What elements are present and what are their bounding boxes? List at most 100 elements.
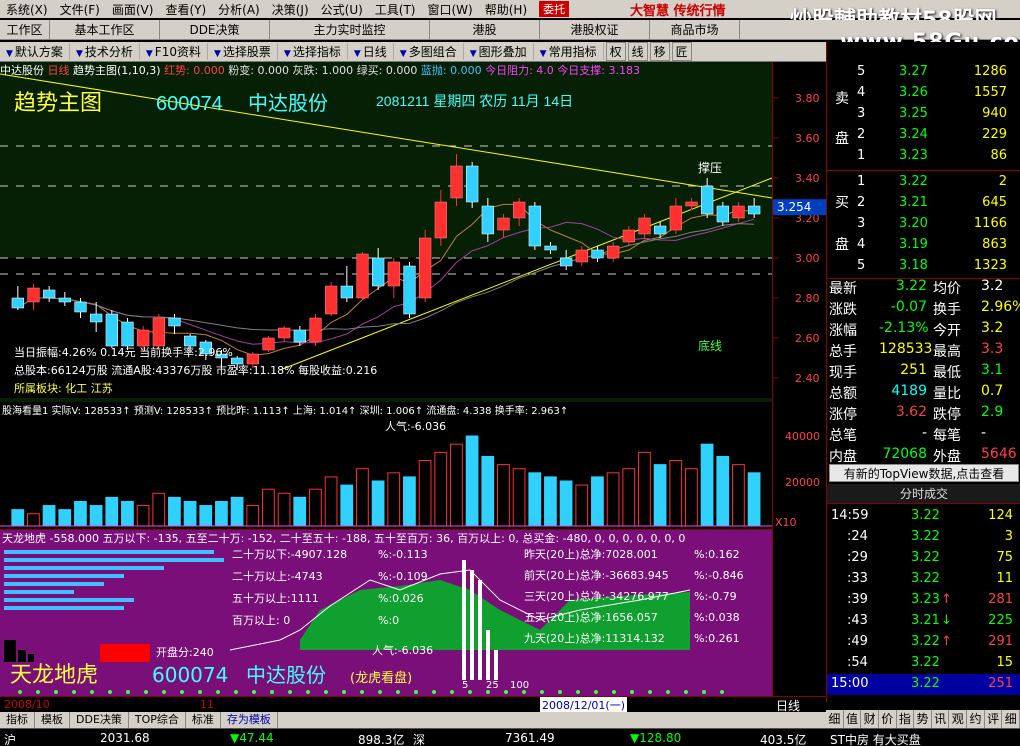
- bid-row[interactable]: 2 3.21 645: [827, 193, 1020, 214]
- toolbar-icon-button[interactable]: 匠: [671, 42, 692, 61]
- toolbar-button[interactable]: ▼ 常用指标: [534, 43, 604, 60]
- nav-tab[interactable]: DDE决策: [70, 712, 129, 728]
- quote-tab[interactable]: 约: [967, 710, 985, 728]
- tick-row[interactable]: :33 3.22 11: [827, 569, 1020, 590]
- menu-item[interactable]: 帮助(H): [479, 1, 533, 18]
- tick-row[interactable]: :29 3.22 75: [827, 548, 1020, 569]
- ask-row[interactable]: 3 3.25 940: [827, 104, 1020, 125]
- nav-tab[interactable]: 指标: [0, 712, 35, 728]
- nav-tab[interactable]: TOP综合: [129, 712, 186, 728]
- order-button[interactable]: 委托: [539, 1, 570, 17]
- toolbar-button[interactable]: ▼ 选择指标: [278, 43, 348, 60]
- volume-info-line: 股海看量1 实际V: 128533↑ 预测V: 128533↑ 预比昨: 1.1…: [2, 404, 568, 417]
- signal-dot: [612, 690, 616, 694]
- menu-item[interactable]: 文件(F): [54, 1, 106, 18]
- date-current: 2008/12/01(一): [540, 697, 627, 713]
- tick-row[interactable]: :54 3.22 15: [827, 653, 1020, 674]
- workspace-tab[interactable]: 港股: [430, 20, 540, 40]
- quote-tab[interactable]: 指: [897, 710, 915, 728]
- toolbar-icon-button[interactable]: 线: [627, 42, 648, 61]
- dropdown-arrow-icon: ▼: [6, 49, 13, 59]
- quote-tab[interactable]: 讯: [932, 710, 950, 728]
- toolbar-icon-button[interactable]: 移: [649, 42, 670, 61]
- menu-item[interactable]: 公式(U): [315, 1, 369, 18]
- ask-row[interactable]: 5 3.27 1286: [827, 62, 1020, 83]
- candle[interactable]: [356, 252, 369, 300]
- tick-row[interactable]: :43 3.21 ↓ 225: [827, 611, 1020, 632]
- candle[interactable]: [528, 202, 541, 250]
- ask-row[interactable]: 2 3.24 229: [827, 125, 1020, 146]
- volume-pane[interactable]: 股海看量1 实际V: 128533↑ 预测V: 128533↑ 预比昨: 1.1…: [0, 402, 772, 530]
- candle[interactable]: [419, 230, 432, 302]
- tianlong-pane[interactable]: 天龙地虎 -558.000 五万以下: -135, 五至二十万: -152, 二…: [0, 530, 772, 696]
- toolbar-button[interactable]: ▼ 图形叠加: [464, 43, 534, 60]
- volume-chart[interactable]: 股海看量1 实际V: 128533↑ 预测V: 128533↑ 预比昨: 1.1…: [0, 402, 772, 530]
- nav-tab[interactable]: 模板: [35, 712, 70, 728]
- ticker-news[interactable]: ST中房 有大买盘: [830, 731, 921, 746]
- flow-bar: [4, 606, 124, 610]
- ask-row[interactable]: 1 3.23 86: [827, 146, 1020, 167]
- volume-bar: [622, 468, 636, 527]
- net-flow: 前天(20上)总净:-36683.945: [524, 568, 669, 582]
- toolbar-button[interactable]: ▼ 默认方案: [0, 43, 70, 60]
- bid-row[interactable]: 5 3.18 1323: [827, 256, 1020, 277]
- tick-row[interactable]: 14:59 3.22 124: [827, 506, 1020, 527]
- toolbar-button[interactable]: ▼ 日线: [348, 43, 394, 60]
- candlestick-chart[interactable]: 趋势主图 600074 中达股份 2081211 星期四 农历 11月 14日撑压底线…: [0, 62, 773, 402]
- quote-tab[interactable]: 观: [949, 710, 968, 728]
- menu-item[interactable]: 决策(J): [266, 1, 315, 18]
- bid-row[interactable]: 4 3.19 863: [827, 235, 1020, 256]
- workspace-tab[interactable]: DDE决策: [160, 20, 270, 40]
- candle[interactable]: [152, 314, 165, 350]
- signal-dot: [216, 690, 220, 694]
- menu-item[interactable]: 工具(T): [369, 1, 422, 18]
- nav-tab[interactable]: 存为模板: [221, 712, 278, 728]
- tianlong-chart[interactable]: 天龙地虎 -558.000 五万以下: -135, 五至二十万: -152, 二…: [0, 530, 772, 696]
- flow-bar: [4, 582, 104, 586]
- tick-row[interactable]: :24 3.22 3: [827, 527, 1020, 548]
- workspace-tab[interactable]: 港股权证: [540, 20, 650, 40]
- menu-item[interactable]: 分析(A): [212, 1, 266, 18]
- workspace-tab[interactable]: 主力实时监控: [270, 20, 430, 40]
- ask-row[interactable]: 4 3.26 1557: [827, 83, 1020, 104]
- bid-row[interactable]: 1 3.22 2: [827, 172, 1020, 193]
- candle[interactable]: [325, 282, 338, 316]
- workspace-tab[interactable]: 商品市场: [650, 20, 740, 40]
- bid-row[interactable]: 3 3.20 1166: [827, 214, 1020, 235]
- quote-tab[interactable]: 细: [1002, 710, 1020, 728]
- candle[interactable]: [403, 262, 416, 318]
- menu-item[interactable]: 画面(V): [106, 1, 160, 18]
- toolbar-icon-button[interactable]: 权: [605, 42, 626, 61]
- candle[interactable]: [466, 162, 479, 208]
- quote-tab[interactable]: 评: [985, 710, 1003, 728]
- tick-row[interactable]: :39 3.23 ↑ 281: [827, 590, 1020, 611]
- y-tick-label: 3.60: [795, 132, 820, 145]
- bid-price: 3.19: [899, 237, 928, 252]
- workspace-tab[interactable]: 基本工作区: [50, 20, 160, 40]
- toolbar-button[interactable]: ▼ F10资料: [140, 43, 208, 60]
- tick-row[interactable]: :49 3.22 ↑ 291: [827, 632, 1020, 653]
- candle[interactable]: [262, 336, 275, 352]
- ask-volume: 86: [990, 148, 1007, 163]
- menu-item[interactable]: 系统(X): [0, 1, 54, 18]
- nav-tab[interactable]: 标准: [186, 712, 221, 728]
- candle[interactable]: [309, 314, 322, 346]
- tick-time: :29: [847, 550, 868, 565]
- candle[interactable]: [105, 310, 118, 348]
- toolbar-button[interactable]: ▼ 技术分析: [70, 43, 140, 60]
- menu-item[interactable]: 查看(Y): [159, 1, 212, 18]
- quote-tab[interactable]: 值: [844, 710, 862, 728]
- main-chart-pane[interactable]: 趋势主图 600074 中达股份 2081211 星期四 农历 11月 14日 撑压 底线…: [0, 62, 773, 402]
- volume-bar: [152, 492, 166, 527]
- quote-tab[interactable]: 财: [861, 710, 879, 728]
- tick-row[interactable]: 15:00 3.22 251: [827, 674, 1020, 695]
- flow-bar: [4, 566, 164, 570]
- toolbar-button[interactable]: ▼ 选择股票: [208, 43, 278, 60]
- quote-tab[interactable]: 势: [914, 710, 932, 728]
- workspace-tab[interactable]: 工作区: [0, 20, 50, 40]
- toolbar-button[interactable]: ▼ 多图组合: [394, 43, 464, 60]
- quote-tab[interactable]: 细: [826, 710, 844, 728]
- quote-tab[interactable]: 价: [879, 710, 897, 728]
- topview-button[interactable]: 有新的TopView数据,点击查看: [829, 464, 1019, 482]
- menu-item[interactable]: 窗口(W): [422, 1, 479, 18]
